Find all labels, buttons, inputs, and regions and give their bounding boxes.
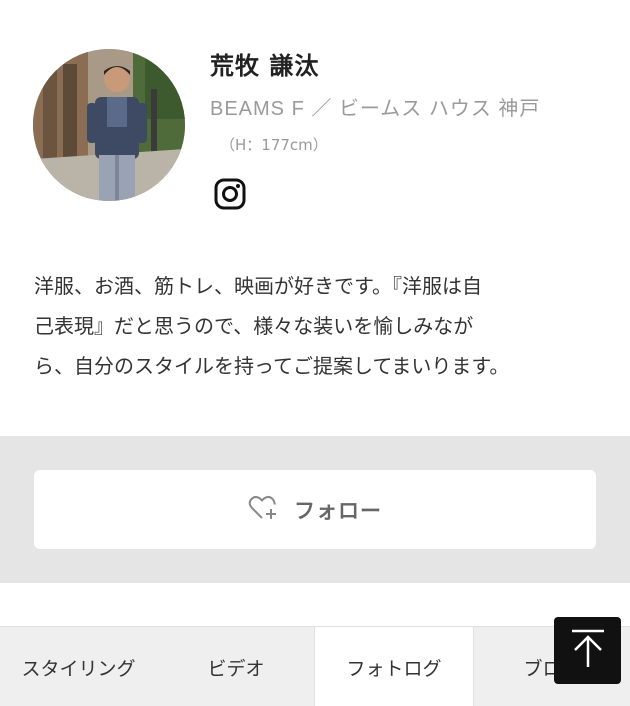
- heart-plus-icon: [248, 494, 278, 526]
- avatar: [33, 49, 185, 201]
- instagram-icon[interactable]: [214, 178, 246, 210]
- bio-line: 洋服、お酒、筋トレ、映画が好きです。『洋服は自: [34, 274, 482, 298]
- bio-line: ら、自分のスタイルを持ってご提案してまいります。: [34, 354, 510, 378]
- follow-section: フォロー: [0, 436, 630, 583]
- follow-label: フォロー: [294, 498, 382, 523]
- follow-button[interactable]: フォロー: [34, 470, 596, 549]
- arrow-up-icon: [571, 629, 605, 673]
- content-tabs: スタイリング ビデオ フォトログ ブログ: [0, 626, 630, 706]
- tab-video[interactable]: ビデオ: [157, 627, 315, 706]
- tab-styling[interactable]: スタイリング: [0, 627, 157, 706]
- shop-name[interactable]: BEAMS F ／ ビームス ハウス 神戸: [210, 92, 540, 121]
- scroll-to-top-button[interactable]: [554, 617, 621, 684]
- tab-photolog[interactable]: フォトログ: [314, 627, 474, 706]
- profile-section: 荒牧 謙汰 BEAMS F ／ ビームス ハウス 神戸 （H：177cm） 洋服…: [0, 0, 630, 436]
- staff-height: （H：177cm）: [220, 136, 328, 154]
- staff-bio: 洋服、お酒、筋トレ、映画が好きです。『洋服は自 己表現』だと思うので、様々な装い…: [34, 266, 599, 386]
- bio-line: 己表現』だと思うので、様々な装いを愉しみなが: [34, 314, 474, 338]
- staff-name: 荒牧 謙汰: [210, 52, 320, 80]
